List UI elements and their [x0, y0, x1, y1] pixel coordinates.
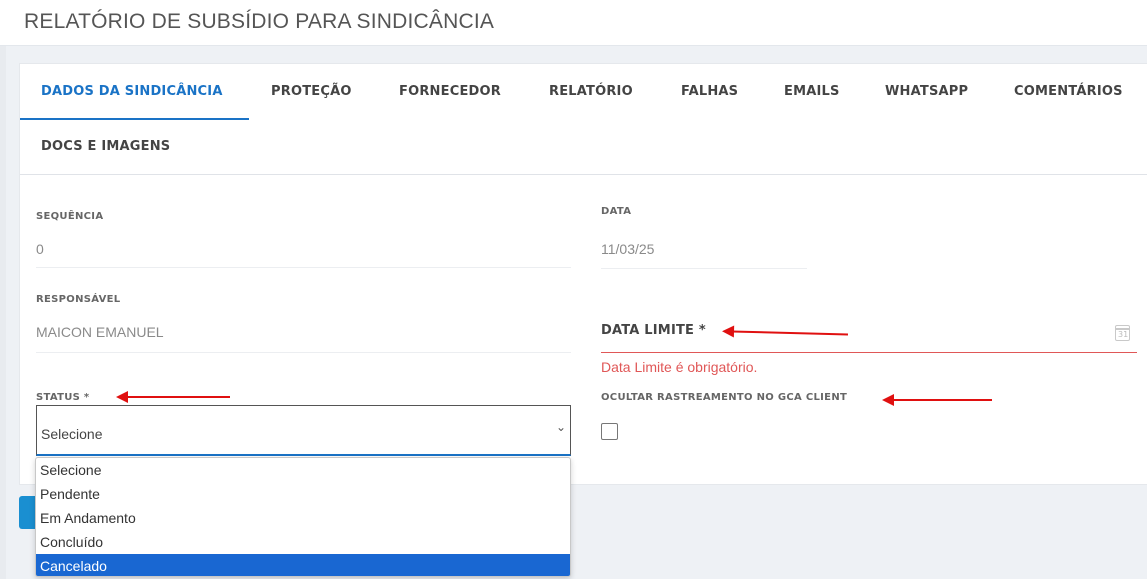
sequencia-value: 0 [36, 241, 44, 257]
tab-falhas[interactable]: FALHAS [681, 84, 738, 99]
status-option-cancelado[interactable]: Cancelado [36, 554, 570, 576]
annotation-arrow-status [116, 391, 230, 403]
tab-protecao[interactable]: PROTEÇÃO [271, 84, 352, 99]
chevron-down-icon: ⌄ [555, 420, 566, 434]
data-value: 11/03/25 [601, 241, 655, 257]
tab-bar: DADOS DA SINDICÂNCIA PROTEÇÃO FORNECEDOR… [20, 64, 1147, 175]
status-option-em-andamento[interactable]: Em Andamento [36, 506, 570, 530]
tab-emails[interactable]: EMAILS [784, 84, 840, 99]
data-limite-input-line[interactable] [601, 352, 1137, 353]
responsavel-label: RESPONSÁVEL [36, 294, 121, 305]
page-header: RELATÓRIO DE SUBSÍDIO PARA SINDICÂNCIA [0, 0, 1147, 46]
data-label: DATA [601, 206, 632, 217]
tab-docs-e-imagens[interactable]: DOCS E IMAGENS [41, 139, 170, 154]
status-dropdown-list: Selecione Pendente Em Andamento Concluíd… [35, 457, 571, 577]
form-card: DADOS DA SINDICÂNCIA PROTEÇÃO FORNECEDOR… [19, 63, 1147, 485]
status-label: STATUS * [36, 392, 90, 403]
tab-dados-da-sindicancia[interactable]: DADOS DA SINDICÂNCIA [41, 84, 223, 99]
calendar-icon[interactable]: 31 [1115, 325, 1130, 341]
page-title: RELATÓRIO DE SUBSÍDIO PARA SINDICÂNCIA [24, 10, 495, 33]
sequencia-underline [36, 267, 571, 268]
annotation-arrow-ocultar [882, 394, 992, 406]
status-option-pendente[interactable]: Pendente [36, 482, 570, 506]
tab-whatsapp[interactable]: WHATSAPP [885, 84, 968, 99]
tab-relatorio[interactable]: RELATÓRIO [549, 84, 633, 99]
status-option-selecione[interactable]: Selecione [36, 458, 570, 482]
data-limite-error: Data Limite é obrigatório. [601, 359, 758, 375]
status-selected-value: Selecione [41, 426, 103, 442]
sequencia-label: SEQUÊNCIA [36, 211, 104, 222]
status-select[interactable]: Selecione ⌄ [36, 405, 571, 456]
status-option-concluido[interactable]: Concluído [36, 530, 570, 554]
responsavel-underline [36, 352, 571, 353]
responsavel-value: MAICON EMANUEL [36, 324, 164, 340]
data-limite-label: DATA LIMITE * [601, 323, 706, 338]
active-tab-indicator [20, 118, 249, 120]
ocultar-rastreamento-label: OCULTAR RASTREAMENTO NO GCA CLIENT [601, 392, 848, 403]
tab-fornecedor[interactable]: FORNECEDOR [399, 84, 501, 99]
tab-comentarios[interactable]: COMENTÁRIOS [1014, 84, 1123, 99]
calendar-icon-day: 31 [1118, 330, 1129, 339]
ocultar-rastreamento-checkbox[interactable] [601, 423, 618, 440]
data-underline [601, 268, 807, 269]
left-strip [0, 46, 6, 579]
